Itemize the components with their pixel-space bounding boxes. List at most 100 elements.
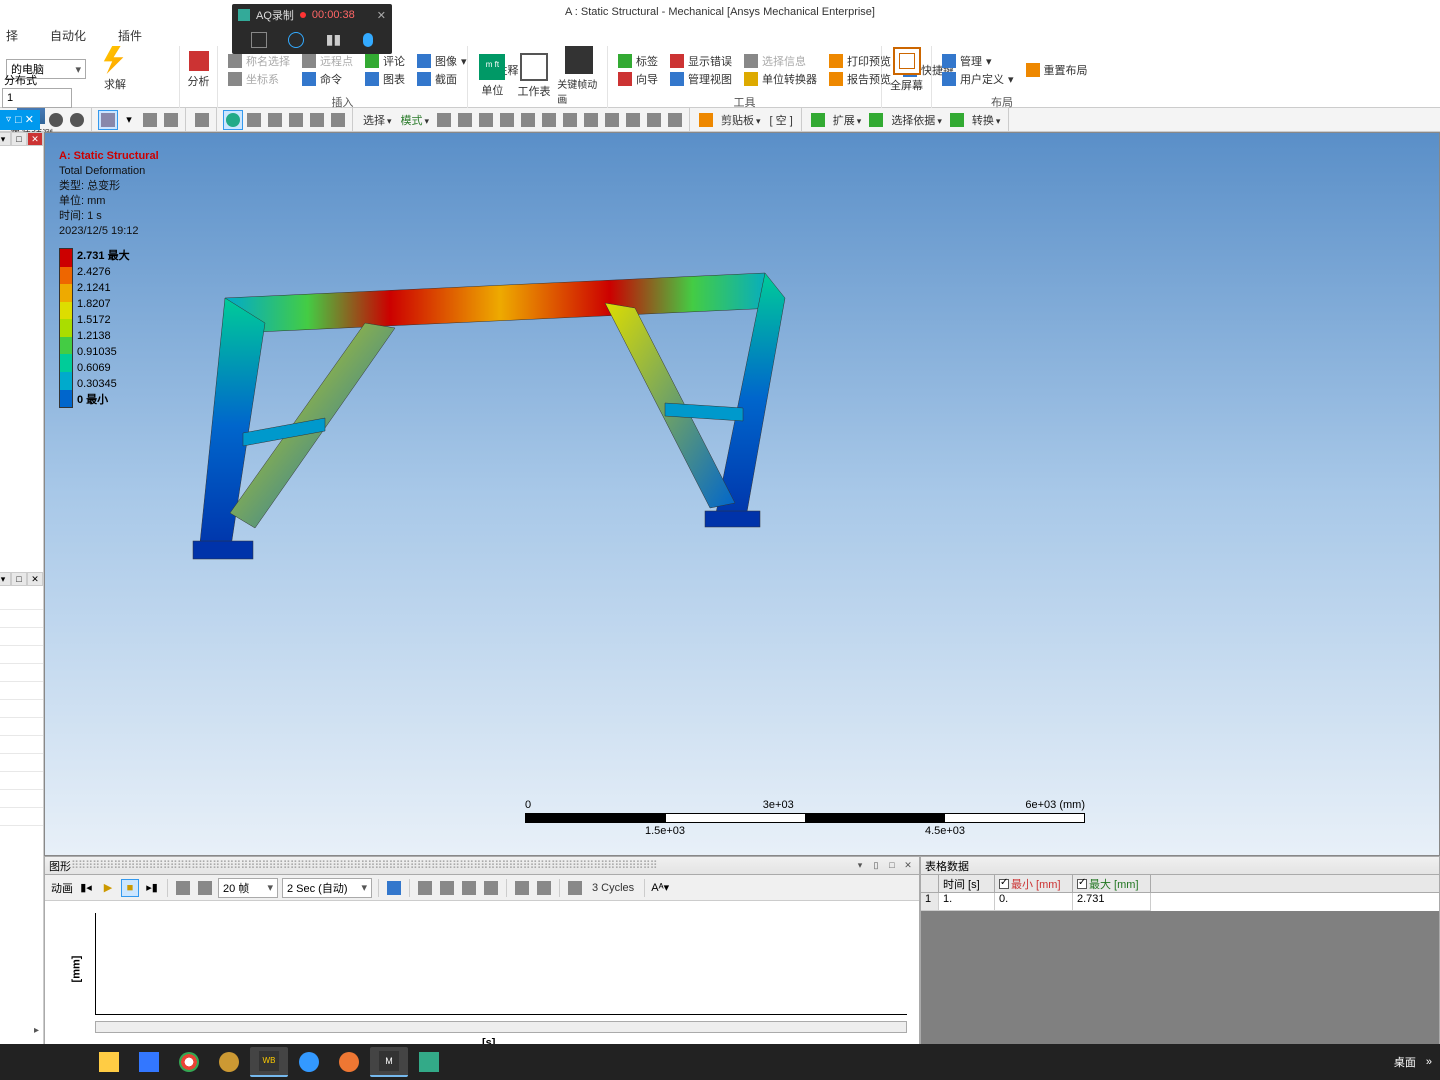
sel-e-button[interactable]: [644, 110, 664, 130]
user-defined-button[interactable]: 用户定义▾: [938, 70, 1018, 88]
anim-first-button[interactable]: ▮◂: [77, 879, 95, 897]
taskbar-app4[interactable]: [330, 1047, 368, 1077]
chart-button[interactable]: 图表: [361, 70, 409, 88]
taskbar-mechanical[interactable]: M: [370, 1047, 408, 1077]
anim-mode1-button[interactable]: [174, 879, 192, 897]
menu-automation[interactable]: 自动化: [44, 27, 92, 44]
image-button[interactable]: 图像▾: [413, 52, 471, 70]
pan-button[interactable]: [244, 110, 264, 130]
select-by-icon[interactable]: [866, 110, 886, 130]
taskbar-app1[interactable]: [130, 1047, 168, 1077]
show-errors-button[interactable]: 显示错误: [666, 52, 736, 70]
taskbar-desktop-label[interactable]: 桌面: [1394, 1054, 1416, 1070]
3d-viewport[interactable]: A: Static Structural Total Deformation 类…: [44, 132, 1440, 856]
anim-t4-button[interactable]: [482, 879, 500, 897]
solve-button[interactable]: 求解: [90, 46, 140, 92]
graph-plot-area[interactable]: [mm] [s]: [45, 901, 919, 1055]
sel-b-button[interactable]: [581, 110, 601, 130]
taskbar-explorer[interactable]: [90, 1047, 128, 1077]
taskbar-workbench[interactable]: WB: [250, 1047, 288, 1077]
reset-layout-button[interactable]: 重置布局: [1022, 61, 1092, 79]
recorder-record-button[interactable]: [288, 32, 304, 48]
panel-close-icon[interactable]: ✕: [27, 132, 43, 146]
analyze-button[interactable]: 分析: [186, 51, 211, 89]
extend-icon[interactable]: [808, 110, 828, 130]
clipboard-icon[interactable]: [696, 110, 716, 130]
graph-panel-pin-icon[interactable]: ▯: [869, 859, 883, 873]
sel-node-button[interactable]: [518, 110, 538, 130]
sel-c-button[interactable]: [602, 110, 622, 130]
wizard-button[interactable]: 向导: [614, 70, 662, 88]
anim-export-button[interactable]: [385, 879, 403, 897]
select-by-dropdown[interactable]: 选择依据: [887, 112, 946, 128]
panel-pin-icon[interactable]: ▾: [0, 132, 11, 146]
keyframe-anim-button[interactable]: 关键帧动画: [557, 46, 601, 106]
col-time[interactable]: 时间 [s]: [939, 875, 995, 892]
zoom-out-button[interactable]: [286, 110, 306, 130]
mode-dropdown[interactable]: 模式: [396, 112, 433, 128]
sel-a-button[interactable]: [560, 110, 580, 130]
taskbar-app3[interactable]: [290, 1047, 328, 1077]
manage-views-button[interactable]: 管理视图: [666, 70, 736, 88]
anim-t3-button[interactable]: [460, 879, 478, 897]
anim-stop-button[interactable]: ■: [121, 879, 139, 897]
graph-panel-close-icon[interactable]: ✕: [901, 859, 915, 873]
graph-panel-dd-icon[interactable]: ▾: [853, 859, 867, 873]
unit-converter-button[interactable]: 单位转换器: [740, 70, 821, 88]
sel-elem-button[interactable]: [539, 110, 559, 130]
worksheet-button[interactable]: 工作表: [515, 53, 554, 99]
recorder-mic-button[interactable]: [363, 33, 373, 47]
copy-button[interactable]: [192, 110, 212, 130]
zoom-fit-button[interactable]: [46, 110, 66, 130]
anim-last-button[interactable]: ▸▮: [143, 879, 161, 897]
outline-collapsed-panel[interactable]: ▾□✕ ▸ ▾□✕: [0, 132, 44, 1056]
panel2-close-icon[interactable]: ✕: [27, 572, 43, 586]
anim-font-button[interactable]: Aᴬ▾: [651, 879, 669, 897]
iso-view-button[interactable]: [98, 110, 118, 130]
wireframe-button[interactable]: [140, 110, 160, 130]
anim-t2-button[interactable]: [438, 879, 456, 897]
frames-combo[interactable]: 20 帧▾: [218, 878, 278, 898]
duration-combo[interactable]: 2 Sec (自动)▾: [282, 878, 372, 898]
anim-t5-button[interactable]: [513, 879, 531, 897]
rotate-button[interactable]: [223, 110, 243, 130]
sel-d-button[interactable]: [623, 110, 643, 130]
taskbar-app2[interactable]: [210, 1047, 248, 1077]
taskbar-chrome[interactable]: [170, 1047, 208, 1077]
fullscreen-button[interactable]: 全屏幕: [888, 47, 925, 93]
menu-select-fragment[interactable]: 择: [0, 27, 24, 44]
panel-max-icon[interactable]: □: [11, 132, 27, 146]
zoom-in-button[interactable]: [265, 110, 285, 130]
extend-dropdown[interactable]: 扩展: [829, 112, 866, 128]
menu-plugins[interactable]: 插件: [112, 27, 148, 44]
view-dd-button[interactable]: ▾: [119, 110, 139, 130]
convert-icon[interactable]: [947, 110, 967, 130]
anim-mode2-button[interactable]: [196, 879, 214, 897]
taskbar-chevron-icon[interactable]: »: [1426, 1056, 1432, 1068]
convert-dropdown[interactable]: 转换: [968, 112, 1005, 128]
comment-button[interactable]: 评论: [361, 52, 409, 70]
col-max[interactable]: 最大 [mm]: [1073, 875, 1151, 892]
sel-vertex-button[interactable]: [434, 110, 454, 130]
section-button[interactable]: 截面: [413, 70, 471, 88]
anim-t6-button[interactable]: [535, 879, 553, 897]
clipboard-dropdown[interactable]: 剪贴板: [717, 112, 765, 128]
select-mode-dropdown[interactable]: 选择: [359, 112, 396, 128]
command-button[interactable]: 命令: [298, 70, 357, 88]
box-zoom-button[interactable]: [307, 110, 327, 130]
tag-button[interactable]: 标签: [614, 52, 662, 70]
graph-panel-max-icon[interactable]: □: [885, 859, 899, 873]
look-at-button[interactable]: [328, 110, 348, 130]
table-row[interactable]: 1 1. 0. 2.731: [921, 893, 1439, 911]
graph-time-slider[interactable]: [95, 1021, 907, 1033]
col-min[interactable]: 最小 [mm]: [995, 875, 1073, 892]
sel-face-button[interactable]: [476, 110, 496, 130]
recorder-pause-button[interactable]: ▮▮: [326, 32, 342, 48]
manage-button[interactable]: 管理▾: [938, 52, 1018, 70]
panel2-pin-icon[interactable]: ▾: [0, 572, 11, 586]
refresh-button[interactable]: [161, 110, 181, 130]
anim-t7-button[interactable]: [566, 879, 584, 897]
zoom-button[interactable]: [67, 110, 87, 130]
cores-input[interactable]: 1: [2, 88, 72, 108]
sel-body-button[interactable]: [497, 110, 517, 130]
